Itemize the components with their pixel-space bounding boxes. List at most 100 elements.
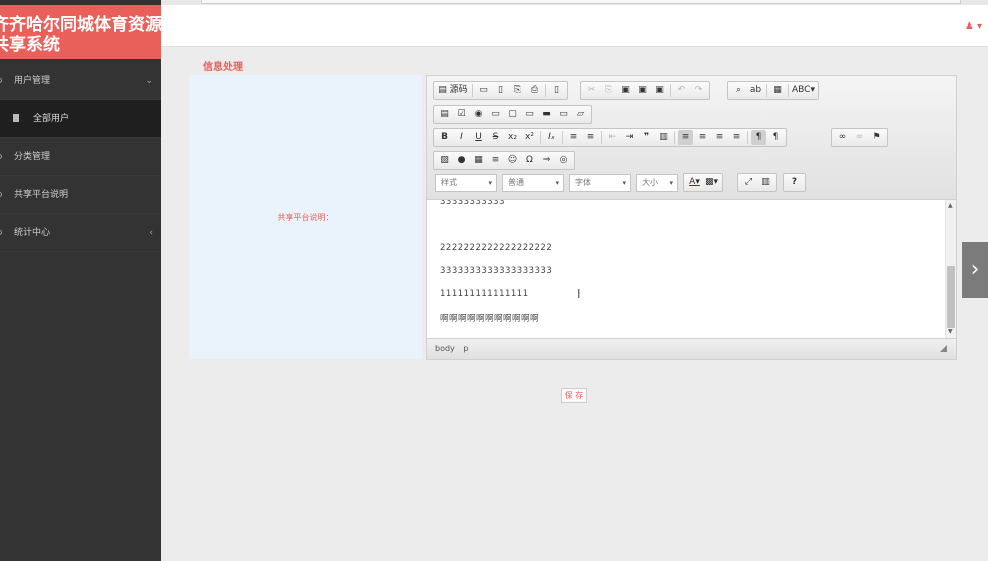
- sidebar-item-category-management[interactable]: 分类管理: [0, 138, 161, 176]
- sidebar-item-label: 用户管理: [14, 76, 51, 86]
- superscript-icon[interactable]: x²: [522, 130, 537, 145]
- smiley-icon[interactable]: ☺: [505, 153, 520, 168]
- scroll-down-icon[interactable]: ▼: [948, 328, 953, 335]
- hidden-field-icon[interactable]: ▱: [573, 107, 588, 122]
- align-right-icon[interactable]: ≡: [712, 130, 727, 145]
- source-button[interactable]: ▤ 源码: [437, 83, 469, 98]
- select-icon[interactable]: ▭: [522, 107, 537, 122]
- textfield-icon[interactable]: ▭: [488, 107, 503, 122]
- sidebar-item-label: 全部用户: [33, 114, 70, 124]
- resize-handle-icon[interactable]: [940, 345, 947, 352]
- div-icon[interactable]: ▥: [656, 130, 671, 145]
- page-break-icon[interactable]: ⇒: [539, 153, 554, 168]
- radio-icon[interactable]: ◉: [471, 107, 486, 122]
- circle-icon: [0, 230, 2, 235]
- flash-icon[interactable]: ●: [454, 153, 469, 168]
- sidebar-item-label: 分类管理: [14, 152, 51, 162]
- styles-dropdown[interactable]: 样式 ▾: [435, 174, 497, 192]
- maximize-icon[interactable]: ⤢: [741, 175, 756, 190]
- align-left-icon[interactable]: ≡: [678, 130, 693, 145]
- new-page-icon[interactable]: ▯: [493, 83, 508, 98]
- format-dropdown[interactable]: 普通 ▾: [502, 174, 564, 192]
- sidebar-item-user-management[interactable]: 用户管理 ⌄: [0, 62, 161, 100]
- chevron-down-icon: ▾: [622, 179, 626, 187]
- save-button[interactable]: 保 存: [561, 388, 587, 403]
- bold-icon[interactable]: B: [437, 130, 452, 145]
- scroll-up-icon[interactable]: ▲: [948, 202, 953, 209]
- element-path-body[interactable]: body: [435, 344, 455, 353]
- bg-color-icon[interactable]: ▩▾: [704, 175, 719, 190]
- show-blocks-icon[interactable]: ▥: [758, 175, 773, 190]
- strike-icon[interactable]: S: [488, 130, 503, 145]
- chevron-down-icon: ▾: [669, 179, 673, 187]
- toolbar-group-tools: ⤢ ▥: [737, 173, 777, 192]
- undo-icon[interactable]: ↶: [674, 83, 689, 98]
- paste-word-icon[interactable]: ▣: [652, 83, 667, 98]
- replace-icon[interactable]: ab: [748, 83, 763, 98]
- editor-toolbar: ▤ 源码 ▭ ▯ ⎘ ⎙ ▯ ✂ ⎘ ▣ ▣ ▣ ↶ ↷ ⌕ ab ▦ ABC▾: [427, 76, 956, 200]
- blockquote-icon[interactable]: ❞: [639, 130, 654, 145]
- scrollbar-thumb[interactable]: [947, 266, 955, 328]
- link-icon[interactable]: ∞: [835, 130, 850, 145]
- table-icon[interactable]: ▦: [471, 153, 486, 168]
- special-char-icon[interactable]: Ω: [522, 153, 537, 168]
- toolbar-group-document: ▤ 源码 ▭ ▯ ⎘ ⎙ ▯: [433, 81, 568, 100]
- rtl-icon[interactable]: ¶: [768, 130, 783, 145]
- print-icon[interactable]: ⎙: [527, 83, 542, 98]
- redo-icon[interactable]: ↷: [691, 83, 706, 98]
- sidebar-item-label: 统计中心: [14, 228, 51, 238]
- cut-icon[interactable]: ✂: [584, 83, 599, 98]
- preview-icon[interactable]: ⎘: [510, 83, 525, 98]
- button-icon[interactable]: ▬: [539, 107, 554, 122]
- find-icon[interactable]: ⌕: [731, 83, 746, 98]
- templates-icon[interactable]: ▯: [549, 83, 564, 98]
- align-center-icon[interactable]: ≡: [695, 130, 710, 145]
- size-dropdown[interactable]: 大小 ▾: [636, 174, 678, 192]
- sidebar-item-all-users[interactable]: 全部用户: [0, 100, 161, 138]
- subscript-icon[interactable]: x₂: [505, 130, 520, 145]
- text-color-icon[interactable]: A▾: [687, 175, 702, 190]
- image-icon[interactable]: ▨: [437, 153, 452, 168]
- editor-content-area[interactable]: 33333333333 2222222222222222222 33333333…: [427, 200, 945, 338]
- iframe-icon[interactable]: ◎: [556, 153, 571, 168]
- sidebar-item-statistics[interactable]: 统计中心 ‹: [0, 214, 161, 252]
- indent-icon[interactable]: ⇥: [622, 130, 637, 145]
- numbered-list-icon[interactable]: ≡: [566, 130, 581, 145]
- address-bar: [201, 0, 961, 4]
- circle-icon: [0, 78, 2, 83]
- align-justify-icon[interactable]: ≡: [729, 130, 744, 145]
- element-path-p[interactable]: p: [463, 344, 468, 353]
- format-value: 普通: [508, 178, 524, 187]
- chevron-right-icon[interactable]: ›: [962, 242, 988, 298]
- bulleted-list-icon[interactable]: ≡: [583, 130, 598, 145]
- select-all-icon[interactable]: ▦: [770, 83, 785, 98]
- paste-icon[interactable]: ▣: [618, 83, 633, 98]
- horizontal-rule-icon[interactable]: ≡: [488, 153, 503, 168]
- anchor-icon[interactable]: ⚑: [869, 130, 884, 145]
- circle-icon: [0, 154, 2, 159]
- font-dropdown[interactable]: 字体 ▾: [569, 174, 631, 192]
- toolbar-group-links: ∞ ∞ ⚑: [831, 128, 888, 147]
- sidebar-item-platform-description[interactable]: 共享平台说明: [0, 176, 161, 214]
- editor-status-bar: body p: [427, 338, 956, 359]
- toolbar-group-editing: ⌕ ab ▦ ABC▾: [727, 81, 819, 100]
- chevron-down-icon: ⌄: [145, 76, 153, 86]
- remove-format-icon[interactable]: Iₓ: [544, 130, 559, 145]
- underline-icon[interactable]: U: [471, 130, 486, 145]
- help-icon[interactable]: ?: [787, 175, 802, 190]
- textarea-icon[interactable]: ▢: [505, 107, 520, 122]
- copy-icon[interactable]: ⎘: [601, 83, 616, 98]
- editor-scrollbar[interactable]: ▲ ▼: [945, 200, 956, 338]
- save-icon[interactable]: ▭: [476, 83, 491, 98]
- size-value: 大小: [642, 178, 658, 187]
- outdent-icon[interactable]: ⇤: [605, 130, 620, 145]
- user-icon[interactable]: ♟ ▾: [965, 21, 982, 32]
- paste-text-icon[interactable]: ▣: [635, 83, 650, 98]
- checkbox-icon[interactable]: ☑: [454, 107, 469, 122]
- unlink-icon[interactable]: ∞: [852, 130, 867, 145]
- image-button-icon[interactable]: ▭: [556, 107, 571, 122]
- spellcheck-icon[interactable]: ABC▾: [792, 83, 815, 98]
- italic-icon[interactable]: I: [454, 130, 469, 145]
- ltr-icon[interactable]: ¶: [751, 130, 766, 145]
- form-icon[interactable]: ▤: [437, 107, 452, 122]
